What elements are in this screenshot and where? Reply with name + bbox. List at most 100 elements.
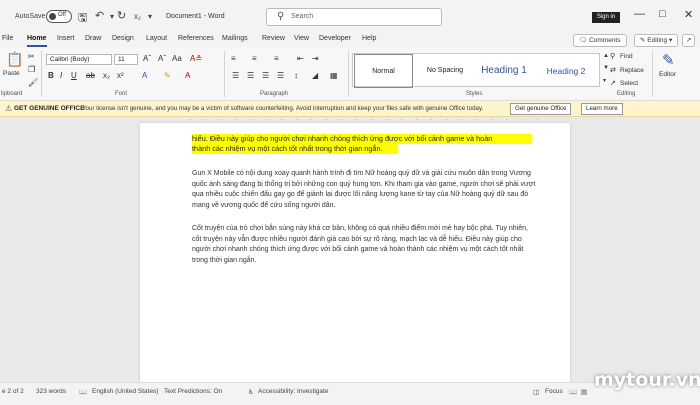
warning-icon: ⚠ bbox=[5, 104, 13, 113]
decrease-indent-icon[interactable]: ⇤ bbox=[297, 54, 304, 63]
align-center-icon[interactable]: ☰ bbox=[247, 71, 254, 80]
style-heading-2[interactable]: Heading 2 bbox=[535, 54, 597, 88]
minimize-icon[interactable]: — bbox=[634, 8, 645, 20]
find-icon[interactable]: ⚲ bbox=[610, 52, 615, 60]
word-count[interactable]: 323 words bbox=[36, 388, 66, 395]
increase-indent-icon[interactable]: ⇥ bbox=[312, 54, 319, 63]
body-paragraph[interactable]: Gun X Mobile có nội dung xoay quanh hành… bbox=[192, 169, 537, 211]
shading-icon[interactable]: ◢ bbox=[312, 71, 318, 80]
align-right-icon[interactable]: ☰ bbox=[262, 71, 269, 80]
ribbon: 📋 Paste ✂ ❐ 🖌 lipboard Calibri (Body) 11… bbox=[0, 47, 700, 101]
editing-mode-label: Editing bbox=[647, 37, 668, 44]
tab-home[interactable]: Home bbox=[27, 35, 46, 42]
editor-button[interactable]: Editor bbox=[659, 71, 676, 78]
editor-icon[interactable]: ✎ bbox=[662, 51, 675, 69]
cut-icon[interactable]: ✂ bbox=[28, 52, 35, 61]
text-predictions[interactable]: Text Predictions: On bbox=[164, 388, 222, 395]
tab-draw[interactable]: Draw bbox=[85, 35, 101, 42]
share-button[interactable]: ↗ bbox=[682, 34, 696, 47]
tab-mailings[interactable]: Mailings bbox=[222, 35, 248, 42]
replace-icon[interactable]: ⇄ bbox=[610, 66, 616, 74]
undo-icon[interactable]: ↶ bbox=[95, 9, 104, 22]
highlight-icon[interactable]: ✎ bbox=[164, 71, 171, 80]
font-name-select[interactable]: Calibri (Body) bbox=[46, 54, 112, 65]
comments-button[interactable]: 🗨 Comments bbox=[573, 34, 627, 47]
styles-scroll-up-icon[interactable]: ▲ bbox=[603, 53, 609, 59]
line-spacing-icon[interactable]: ↕ bbox=[294, 71, 298, 80]
copy-icon[interactable]: ❐ bbox=[28, 65, 35, 74]
tab-file[interactable]: File bbox=[2, 35, 13, 42]
bold-icon[interactable]: B bbox=[48, 71, 54, 80]
get-genuine-office-button[interactable]: Get genuine Office bbox=[510, 103, 572, 115]
style-no-spacing[interactable]: No Spacing bbox=[416, 54, 474, 88]
tab-help[interactable]: Help bbox=[362, 35, 376, 42]
accessibility-status[interactable]: Accessibility: Investigate bbox=[258, 388, 328, 395]
underline-icon[interactable]: U bbox=[71, 71, 77, 80]
paragraph-group-label: Paragraph bbox=[260, 91, 289, 97]
subscript-icon[interactable]: x₂ bbox=[134, 12, 141, 21]
maximize-icon[interactable]: □ bbox=[659, 8, 666, 20]
page-count[interactable]: e 2 of 2 bbox=[2, 388, 24, 395]
numbering-icon[interactable]: ≡ bbox=[252, 54, 257, 63]
borders-icon[interactable]: ▦ bbox=[330, 71, 338, 80]
superscript-icon[interactable]: x² bbox=[117, 71, 124, 80]
tab-layout[interactable]: Layout bbox=[146, 35, 167, 42]
styles-more-icon[interactable]: ▾ bbox=[603, 77, 606, 84]
learn-more-button[interactable]: Learn more bbox=[581, 103, 623, 115]
select-icon[interactable]: ↗ bbox=[610, 79, 616, 87]
italic-icon[interactable]: I bbox=[60, 71, 62, 80]
find-button[interactable]: Find bbox=[620, 53, 633, 60]
strikethrough-icon[interactable]: ab bbox=[86, 71, 95, 80]
print-layout-icon[interactable]: ▤ bbox=[581, 388, 587, 396]
select-button[interactable]: Select bbox=[620, 80, 638, 87]
shrink-font-icon[interactable]: Aˇ bbox=[158, 54, 166, 63]
watermark-logo: mytour.vn bbox=[594, 369, 700, 391]
change-case-icon[interactable]: Aa bbox=[172, 54, 182, 63]
close-icon[interactable]: ✕ bbox=[684, 8, 693, 21]
font-color-icon[interactable]: A bbox=[185, 71, 190, 80]
multilevel-list-icon[interactable]: ≡ bbox=[274, 54, 279, 63]
grow-font-icon[interactable]: Aˆ bbox=[143, 54, 151, 63]
focus-button[interactable]: Focus bbox=[545, 388, 563, 395]
redo-icon[interactable]: ↻ bbox=[117, 9, 126, 22]
highlighted-text-line[interactable]: hiểu. Điều này giúp cho người chơi nhanh… bbox=[192, 134, 532, 144]
autosave-state: Off bbox=[58, 12, 66, 18]
styles-scroll-down-icon[interactable]: ▼ bbox=[603, 65, 609, 71]
focus-icon[interactable]: ◫ bbox=[533, 388, 539, 396]
tab-developer[interactable]: Developer bbox=[319, 35, 351, 42]
subscript-icon[interactable]: x₂ bbox=[103, 71, 110, 80]
body-paragraph[interactable]: Cốt truyện của trò chơi bắn súng này khá… bbox=[192, 224, 537, 266]
document-page[interactable]: hiểu. Điều này giúp cho người chơi nhanh… bbox=[140, 123, 570, 382]
bullets-icon[interactable]: ≡ bbox=[231, 54, 236, 63]
styles-gallery: Normal No Spacing Heading 1 Heading 2 bbox=[352, 53, 600, 88]
style-heading-1[interactable]: Heading 1 bbox=[473, 54, 535, 88]
paste-icon[interactable]: 📋 bbox=[6, 51, 23, 68]
justify-icon[interactable]: ☰ bbox=[277, 71, 284, 80]
tab-references[interactable]: References bbox=[178, 35, 214, 42]
title-bar: AutoSave Off 🖫 ↶ ▾ ↻ x₂ ▾ Document1 - Wo… bbox=[0, 0, 700, 34]
tab-design[interactable]: Design bbox=[112, 35, 134, 42]
paste-button[interactable]: Paste bbox=[3, 70, 20, 77]
autosave-toggle[interactable]: Off bbox=[46, 10, 72, 23]
text-effects-icon[interactable]: A bbox=[142, 71, 147, 80]
accessibility-icon[interactable]: ♿ bbox=[248, 388, 254, 396]
format-painter-icon[interactable]: 🖌 bbox=[28, 78, 38, 87]
align-left-icon[interactable]: ☰ bbox=[232, 71, 239, 80]
clear-formatting-icon[interactable]: A≗ bbox=[190, 54, 202, 63]
tab-review[interactable]: Review bbox=[262, 35, 285, 42]
font-size-select[interactable]: 11 bbox=[114, 54, 138, 65]
save-icon[interactable]: 🖫 bbox=[78, 9, 87, 28]
tab-view[interactable]: View bbox=[294, 35, 309, 42]
editing-mode-button[interactable]: ✎ Editing ▾ bbox=[634, 34, 679, 47]
replace-button[interactable]: Replace bbox=[620, 67, 644, 74]
undo-dropdown-icon[interactable]: ▾ bbox=[110, 12, 114, 21]
signin-button[interactable]: Sign in bbox=[592, 12, 620, 23]
language[interactable]: English (United States) bbox=[92, 388, 158, 395]
highlighted-text-line[interactable]: thành các nhiệm vụ một cách tốt nhất tro… bbox=[192, 144, 398, 154]
style-normal[interactable]: Normal bbox=[354, 54, 413, 88]
customize-toolbar-icon[interactable]: ▾ bbox=[148, 12, 152, 21]
tab-insert[interactable]: Insert bbox=[57, 35, 75, 42]
spelling-icon[interactable]: 📖 bbox=[79, 388, 87, 396]
search-box[interactable]: ⚲ Search bbox=[266, 8, 442, 26]
read-mode-icon[interactable]: 📖 bbox=[569, 388, 577, 396]
